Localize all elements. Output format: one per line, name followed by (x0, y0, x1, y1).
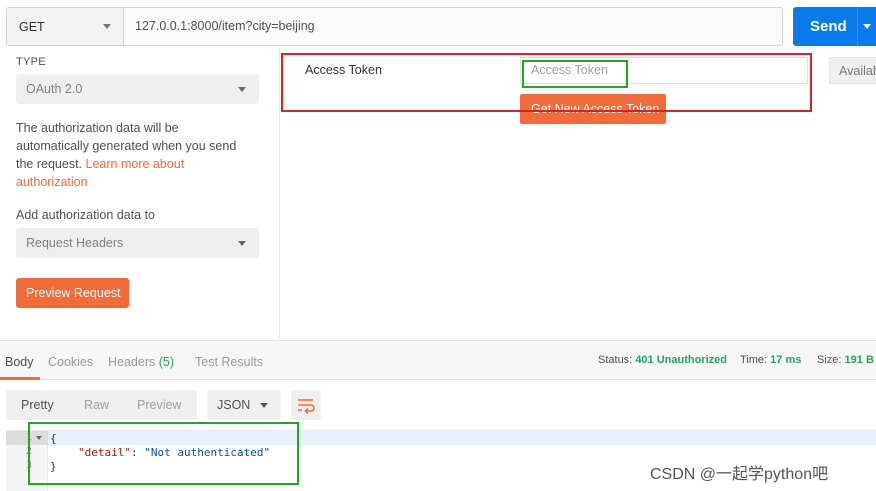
chevron-down-icon (238, 241, 246, 246)
status-value: 401 Unauthorized (635, 354, 727, 366)
format-type-select[interactable]: JSON (207, 390, 281, 420)
send-button[interactable]: Send (793, 7, 876, 46)
time-value: 17 ms (770, 354, 802, 366)
format-type-label: JSON (217, 398, 251, 412)
send-split-divider (857, 7, 858, 46)
watermark: CSDN @一起学python吧 (650, 466, 829, 483)
auth-settings-pane: TYPE OAuth 2.0 The authorization data wi… (0, 48, 280, 338)
view-mode-segmented: Pretty Raw Preview (6, 390, 197, 420)
send-label: Send (810, 18, 847, 35)
chevron-down-icon (238, 87, 246, 92)
tab-test-results[interactable]: Test Results (195, 355, 263, 369)
url-input[interactable]: 127.0.0.1:8000/item?city=beijing (135, 19, 315, 33)
preview-request-label: Preview Request (26, 286, 121, 300)
view-raw[interactable]: Raw (84, 398, 109, 412)
chevron-down-icon (260, 403, 268, 408)
tab-body[interactable]: Body (5, 355, 34, 369)
auth-description: The authorization data will be automatic… (16, 119, 254, 191)
method-label: GET (19, 20, 45, 34)
wrap-lines-icon (298, 399, 315, 415)
available-tokens-label: Availab (839, 64, 876, 78)
view-pretty[interactable]: Pretty (21, 398, 54, 412)
available-tokens-select[interactable]: Availab (829, 57, 876, 84)
annotation-green-box-token (522, 60, 628, 88)
size-value: 191 B (844, 354, 874, 366)
add-auth-to-value: Request Headers (26, 236, 124, 250)
chevron-down-icon (103, 24, 111, 29)
time-label: Time: (740, 354, 768, 366)
response-size: Size: 191 B (817, 354, 874, 366)
annotation-green-box-body (28, 422, 299, 485)
method-select[interactable]: GET (7, 8, 124, 45)
auth-type-select[interactable]: OAuth 2.0 (16, 74, 259, 104)
tab-cookies[interactable]: Cookies (48, 355, 93, 369)
view-preview[interactable]: Preview (137, 398, 181, 412)
status-label: Status: (598, 354, 633, 366)
tab-headers-label: Headers (108, 355, 156, 369)
tab-headers[interactable]: Headers (5) (108, 355, 174, 369)
wrap-lines-button[interactable] (291, 390, 321, 420)
add-auth-to-label: Add authorization data to (16, 208, 155, 222)
request-bar: GET 127.0.0.1:8000/item?city=beijing (6, 7, 783, 46)
pane-divider (279, 48, 280, 338)
auth-type-label: TYPE (16, 56, 46, 68)
response-status: Status: 401 Unauthorized (598, 354, 727, 366)
preview-request-button[interactable]: Preview Request (16, 278, 129, 308)
response-time: Time: 17 ms (740, 354, 801, 366)
add-auth-to-select[interactable]: Request Headers (16, 228, 259, 258)
chevron-down-icon[interactable] (863, 24, 871, 29)
auth-type-value: OAuth 2.0 (26, 82, 83, 96)
size-label: Size: (817, 354, 842, 366)
response-tab-bar: Body Cookies Headers (5) Test Results St… (0, 340, 876, 380)
headers-count-badge: (5) (158, 355, 175, 369)
active-tab-indicator (0, 377, 40, 380)
